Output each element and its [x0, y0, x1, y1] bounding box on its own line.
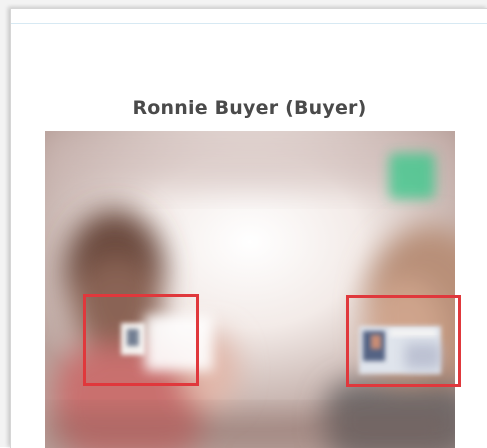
participant-name-label: Ronnie Buyer (Buyer)	[132, 97, 367, 119]
video-frame	[45, 131, 455, 448]
right-id-highlight-box	[346, 295, 461, 387]
video-feed[interactable]	[45, 131, 455, 448]
header-divider	[11, 23, 487, 24]
left-id-highlight-box	[83, 294, 199, 386]
video-window: Ronnie Buyer (Buyer)	[10, 8, 487, 448]
status-indicator-icon	[389, 153, 435, 199]
page: Ronnie Buyer (Buyer)	[0, 0, 487, 448]
